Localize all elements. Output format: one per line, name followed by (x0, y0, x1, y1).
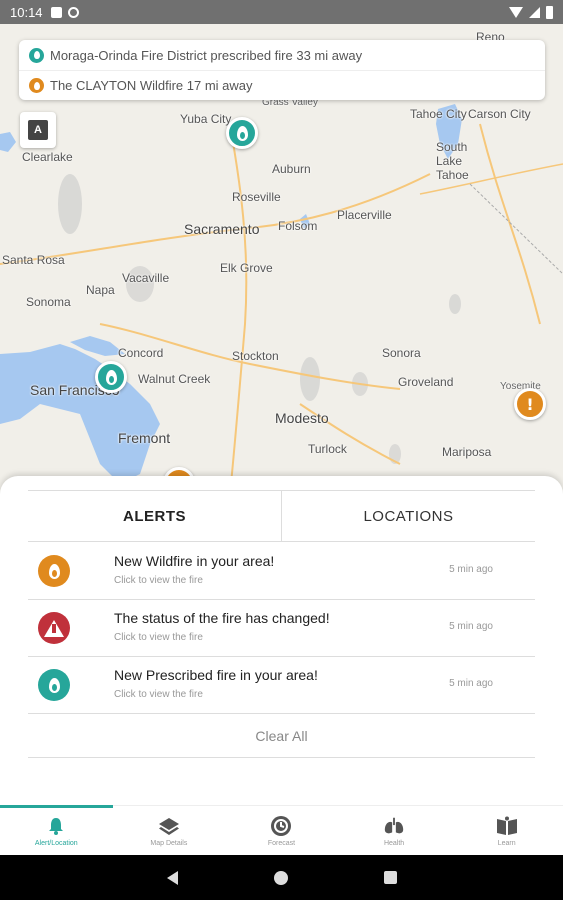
place-modesto: Modesto (275, 410, 329, 426)
prescribed-fire-marker-moraga[interactable] (95, 361, 127, 393)
layers-icon (158, 815, 180, 837)
nav-label: Alert/Location (34, 839, 78, 847)
nav-forecast[interactable]: Forecast (225, 806, 338, 855)
nav-alert-location[interactable]: Alert/Location (0, 805, 113, 855)
place-elk-grove: Elk Grove (220, 261, 273, 275)
battery-icon (546, 5, 553, 19)
tab-alerts[interactable]: ALERTS (28, 491, 281, 541)
warning-icon (38, 612, 70, 644)
place-tahoe-city: Tahoe City (410, 107, 467, 121)
place-south-lake-tahoe: South Lake Tahoe (436, 140, 469, 182)
status-bar: 10:14 (0, 0, 563, 24)
alerts-sheet: ALERTS LOCATIONS New Wildfire in your ar… (0, 476, 563, 806)
nav-label: Map Details (150, 839, 188, 847)
alert-item-wildfire[interactable]: New Wildfire in your area! Click to view… (28, 543, 535, 600)
wildfire-warning-marker[interactable]: ! (514, 388, 546, 420)
place-stockton: Stockton (232, 349, 279, 363)
place-sonoma: Sonoma (26, 295, 71, 309)
nearby-fire-text: The CLAYTON Wildfire 17 mi away (50, 78, 253, 93)
place-folsom: Folsom (278, 219, 318, 233)
home-icon[interactable] (273, 870, 288, 885)
alert-list: New Wildfire in your area! Click to view… (28, 543, 535, 758)
place-placerville: Placerville (337, 208, 392, 222)
wildfire-icon (38, 555, 70, 587)
place-sacramento: Sacramento (184, 221, 260, 237)
alert-title: New Prescribed fire in your area! (114, 667, 318, 683)
place-groveland: Groveland (398, 375, 454, 389)
nav-label: Learn (497, 839, 516, 847)
back-icon[interactable] (166, 870, 178, 885)
nearby-fire-row[interactable]: The CLAYTON Wildfire 17 mi away (19, 70, 545, 100)
sd-card-icon (50, 6, 62, 18)
alert-time: 5 min ago (449, 621, 493, 632)
place-walnut-creek: Walnut Creek (138, 372, 211, 386)
place-napa: Napa (86, 283, 115, 297)
alert-item-status-change[interactable]: The status of the fire has changed! Clic… (28, 600, 535, 657)
signal-icon (529, 6, 540, 18)
flame-icon (236, 125, 248, 141)
flame-icon (105, 369, 117, 385)
alert-title: The status of the fire has changed! (114, 610, 330, 626)
alert-item-prescribed[interactable]: New Prescribed fire in your area! Click … (28, 657, 535, 714)
forecast-icon (270, 815, 292, 837)
place-turlock: Turlock (308, 442, 347, 456)
nav-health[interactable]: Health (338, 806, 451, 855)
nearby-fire-row[interactable]: Moraga-Orinda Fire District prescribed f… (19, 40, 545, 70)
alert-subtitle: Click to view the fire (114, 575, 203, 586)
fire-orange-icon (29, 78, 44, 93)
place-carson-city: Carson City (468, 107, 531, 121)
place-yuba-city: Yuba City (180, 112, 232, 126)
nearby-fires-card: Moraga-Orinda Fire District prescribed f… (19, 40, 545, 100)
nav-label: Forecast (267, 839, 296, 847)
alert-subtitle: Click to view the fire (114, 689, 203, 700)
exclamation-icon: ! (526, 394, 534, 414)
book-icon (496, 815, 518, 837)
alert-subtitle: Click to view the fire (114, 632, 203, 643)
nav-map-details[interactable]: Map Details (113, 806, 226, 855)
place-santa-rosa: Santa Rosa (2, 253, 65, 267)
prescribed-fire-marker[interactable] (226, 117, 258, 149)
tab-locations[interactable]: LOCATIONS (281, 491, 535, 541)
clear-all-button[interactable]: Clear All (28, 714, 535, 758)
place-clearlake: Clearlake (22, 150, 73, 164)
place-roseville: Roseville (232, 190, 281, 204)
place-auburn: Auburn (272, 162, 311, 176)
recent-apps-icon[interactable] (383, 871, 397, 884)
place-sonora: Sonora (382, 346, 421, 360)
place-mariposa: Mariposa (442, 445, 492, 459)
sync-icon (67, 6, 79, 18)
prescribed-fire-icon (38, 669, 70, 701)
translate-button[interactable]: A (20, 112, 56, 148)
alert-time: 5 min ago (449, 678, 493, 689)
system-nav-bar (0, 855, 563, 900)
place-concord: Concord (118, 346, 164, 360)
alert-time: 5 min ago (449, 564, 493, 575)
fire-green-icon (29, 47, 44, 63)
sheet-tabs: ALERTS LOCATIONS (28, 490, 535, 542)
bell-icon (45, 815, 67, 837)
translate-icon: A (28, 120, 48, 140)
nav-label: Health (383, 839, 405, 847)
lungs-icon (383, 815, 405, 837)
place-vacaville: Vacaville (122, 271, 170, 285)
place-fremont: Fremont (118, 430, 171, 446)
status-time: 10:14 (10, 4, 43, 20)
nav-learn[interactable]: Learn (450, 806, 563, 855)
alert-title: New Wildfire in your area! (114, 553, 275, 569)
bottom-nav: Alert/Location Map Details Forecast Heal… (0, 805, 563, 855)
nearby-fire-text: Moraga-Orinda Fire District prescribed f… (50, 47, 363, 63)
wifi-icon (509, 6, 523, 18)
